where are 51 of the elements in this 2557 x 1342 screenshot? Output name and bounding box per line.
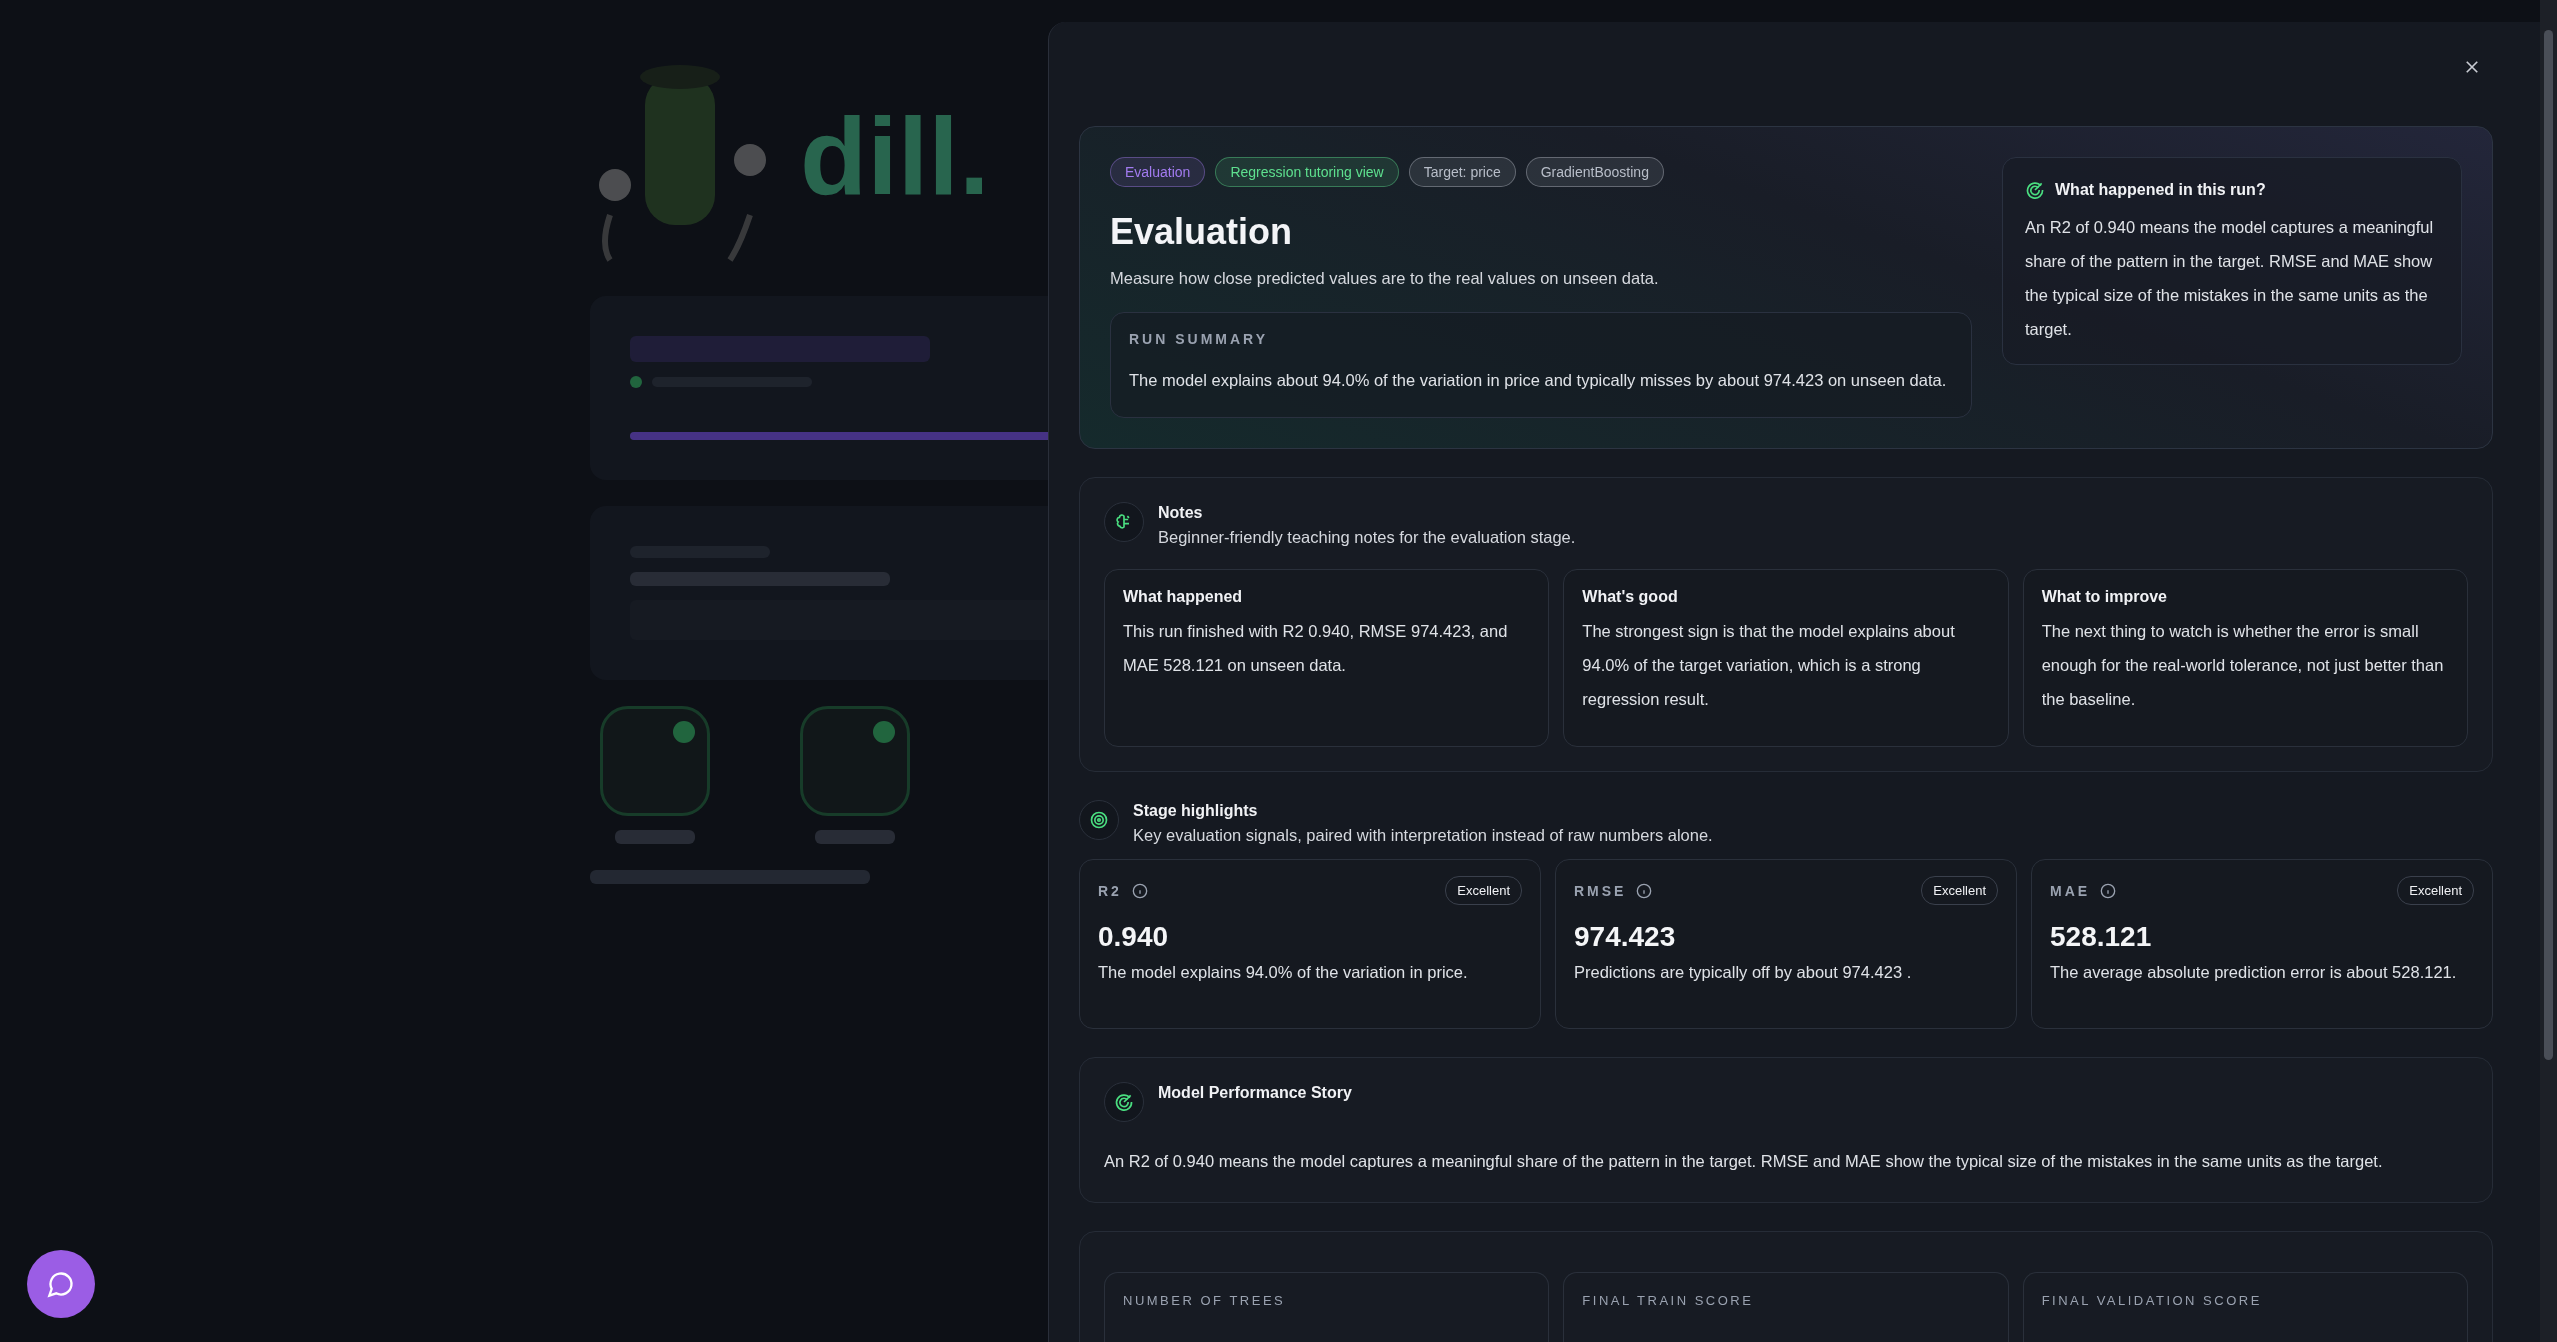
detail-label: FINAL TRAIN SCORE — [1582, 1293, 1754, 1308]
chat-icon — [47, 1270, 75, 1298]
metric-description: The model explains 94.0% of the variation in price. — [1098, 963, 1469, 982]
drawer-subtitle: Measure how close predicted values are to the real values on unseen data. — [1110, 269, 1660, 288]
note-title: What to improve — [2041, 588, 2168, 606]
note-title: What's good — [1582, 588, 1679, 606]
section-title: Stage highlights — [1133, 802, 1259, 820]
note-text: This run finished with R2 0.940, RMSE 974.423, and MAE 528.121 on unseen data. — [1123, 621, 1509, 676]
metric-name: RMSE — [1574, 882, 1627, 899]
note-title: What happened — [1123, 588, 1244, 606]
tag: GradientBoosting — [1525, 157, 1664, 187]
summary-text: The model explains about 94.0% of the variation in price and typically misses by about 974.423 on unseen data. — [1129, 370, 1948, 391]
tag: Evaluation — [1110, 157, 1206, 187]
detail-label: FINAL VALIDATION SCORE — [2041, 1293, 2262, 1308]
note-text: The strongest sign is that the model explains about 94.0% of the target variation, which is a strong regression result. — [1582, 621, 1956, 710]
app-logo: dill. — [800, 92, 990, 219]
metric-name: R2 — [1098, 882, 1122, 899]
radar-icon — [2025, 180, 2045, 200]
section-subtitle: Key evaluation signals, paired with interpretation instead of raw numbers alone. — [1133, 826, 1713, 845]
section-title: Model Performance Story — [1158, 1084, 1352, 1102]
metric-name: MAE — [2050, 882, 2091, 899]
target-icon — [1089, 810, 1109, 830]
status-dot — [630, 376, 642, 388]
section-subtitle: Beginner-friendly teaching notes for the evaluation stage. — [1158, 528, 1576, 547]
stage-node[interactable] — [800, 706, 910, 816]
story-text: An R2 of 0.940 means the model captures a meaningful share of the pattern in the target. RMSE and MAE show the typical size of the mistakes in the same units as the target. — [1104, 1151, 2384, 1172]
close-icon — [2463, 58, 2481, 76]
info-icon[interactable] — [1131, 882, 1148, 899]
metric-description: The average absolute prediction error is about 528.121. — [2050, 963, 2458, 982]
metric-description: Predictions are typically off by about 974.423 . — [1574, 963, 1913, 982]
info-icon[interactable] — [1636, 882, 1653, 899]
note-text: The next thing to watch is whether the error is small enough for the real-world tolerance, not just better than the baseline. — [2041, 621, 2445, 710]
metric-value: 974.423 — [1574, 921, 1677, 953]
tag: Regression tutoring view — [1215, 157, 1399, 187]
scrollbar[interactable] — [2540, 0, 2557, 1342]
info-icon[interactable] — [2100, 882, 2117, 899]
radar-icon — [1114, 1092, 1134, 1112]
rating-badge: Excellent — [1921, 876, 1998, 905]
insight-title: What happened in this run? — [2055, 181, 2266, 199]
detail-label: NUMBER OF TREES — [1123, 1293, 1286, 1308]
insight-text: An R2 of 0.940 means the model captures a meaningful share of the pattern in the target. RMSE and MAE show the typical size of the mistakes in the same units as the target. — [2025, 217, 2435, 340]
metric-value: 0.940 — [1098, 921, 1170, 953]
section-title: Notes — [1158, 504, 1204, 522]
rating-badge: Excellent — [2397, 876, 2474, 905]
stage-node[interactable] — [600, 706, 710, 816]
rating-badge: Excellent — [1445, 876, 1522, 905]
scrollbar-thumb[interactable] — [2544, 30, 2553, 1060]
tag: Target: price — [1408, 157, 1516, 187]
summary-label: RUN SUMMARY — [1129, 331, 1270, 347]
metric-value: 528.121 — [2050, 921, 2153, 953]
drawer-title: Evaluation — [1110, 211, 1294, 253]
